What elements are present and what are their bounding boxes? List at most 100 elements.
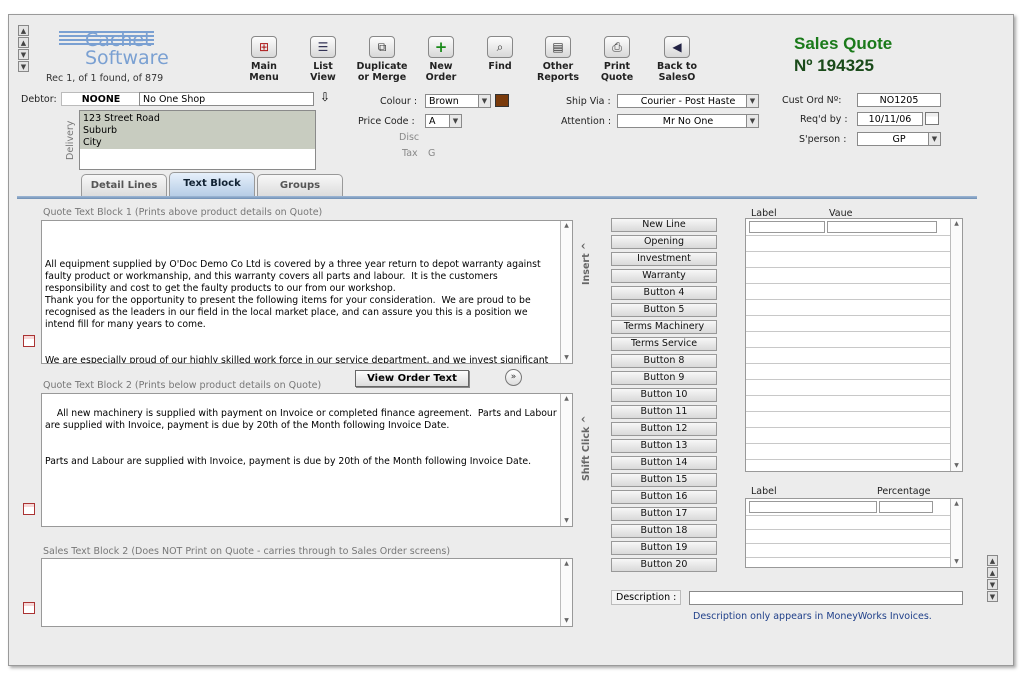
prev-record-icon[interactable]: ▲ bbox=[18, 37, 29, 48]
last-icon[interactable]: ▼ bbox=[987, 591, 998, 602]
first-record-icon[interactable]: ▲ bbox=[18, 25, 29, 36]
block2-scrollbar[interactable]: ▲ ▼ bbox=[560, 394, 572, 526]
block2-text: All new machinery is supplied with payme… bbox=[45, 408, 557, 467]
last-record-icon[interactable]: ▼ bbox=[18, 61, 29, 72]
grid2-label-cell[interactable] bbox=[749, 501, 877, 513]
download-arrow-icon[interactable]: ⇩ bbox=[320, 90, 330, 104]
insert-btn-3[interactable]: Warranty bbox=[611, 269, 717, 283]
prev-icon[interactable]: ▲ bbox=[987, 567, 998, 578]
sperson-label: S'person : bbox=[799, 134, 847, 145]
price-code-dropdown[interactable]: A ▼ bbox=[425, 114, 462, 128]
print-quote-button[interactable]: ⎙ Print Quote bbox=[589, 36, 645, 83]
record-nav: ▲ ▲ ▼ ▼ bbox=[18, 25, 30, 73]
grid1-label-cell[interactable] bbox=[749, 221, 825, 233]
tab-groups[interactable]: Groups bbox=[257, 174, 343, 196]
ship-via-label: Ship Via : bbox=[566, 96, 611, 107]
block2-label: Quote Text Block 2 (Prints below product… bbox=[43, 380, 322, 391]
next-record-icon[interactable]: ▼ bbox=[18, 49, 29, 60]
insert-btn-2[interactable]: Investment bbox=[611, 252, 717, 266]
back-arrow-icon: ◀ bbox=[664, 36, 690, 58]
next-icon[interactable]: ▼ bbox=[987, 579, 998, 590]
ship-via-dropdown[interactable]: Courier - Post Haste ▼ bbox=[617, 94, 759, 108]
label-percentage-grid[interactable]: ▲ ▼ bbox=[745, 498, 963, 568]
double-chevron-down-icon[interactable]: » bbox=[505, 369, 522, 386]
description-field[interactable] bbox=[689, 591, 963, 605]
tab-text-block[interactable]: Text Block bbox=[169, 172, 255, 196]
insert-btn-17[interactable]: Button 17 bbox=[611, 507, 717, 521]
delivery-address-text: 123 Street Road Suburb City bbox=[80, 111, 315, 149]
tab-divider bbox=[17, 196, 977, 199]
attention-dropdown[interactable]: Mr No One ▼ bbox=[617, 114, 759, 128]
insert-btn-12[interactable]: Button 12 bbox=[611, 422, 717, 436]
find-label1: Find bbox=[488, 61, 512, 72]
block3-calendar-icon[interactable] bbox=[23, 602, 35, 614]
debtor-name-field[interactable]: No One Shop bbox=[139, 92, 314, 106]
insert-btn-0[interactable]: New Line bbox=[611, 218, 717, 232]
tab-detail-lines[interactable]: Detail Lines bbox=[81, 174, 167, 196]
insert-btn-14[interactable]: Button 14 bbox=[611, 456, 717, 470]
sperson-dropdown[interactable]: GP ▼ bbox=[857, 132, 941, 146]
block1-scrollbar[interactable]: ▲ ▼ bbox=[560, 221, 572, 363]
insert-btn-13[interactable]: Button 13 bbox=[611, 439, 717, 453]
insert-label-text: Insert bbox=[581, 253, 592, 285]
label-value-grid[interactable]: ▲ ▼ bbox=[745, 218, 963, 472]
record-info: Rec 1, of 1 found, of 879 bbox=[46, 73, 164, 84]
page-title: Sales Quote bbox=[794, 34, 893, 53]
grid2-percentage-cell[interactable] bbox=[879, 501, 933, 513]
list-view-button[interactable]: ☰ List View bbox=[295, 36, 351, 83]
insert-btn-8[interactable]: Button 8 bbox=[611, 354, 717, 368]
description-note: Description only appears in MoneyWorks I… bbox=[693, 611, 932, 622]
sales-text-block2[interactable]: ▲ ▼ bbox=[41, 558, 573, 627]
block3-label: Sales Text Block 2 (Does NOT Print on Qu… bbox=[43, 546, 451, 557]
duplicate-merge-button[interactable]: ⧉ Duplicate or Merge bbox=[354, 36, 410, 83]
insert-btn-9[interactable]: Button 9 bbox=[611, 371, 717, 385]
grid1-scrollbar[interactable]: ▲ ▼ bbox=[950, 219, 962, 471]
grid1-value-cell[interactable] bbox=[827, 221, 937, 233]
insert-btn-19[interactable]: Button 19 bbox=[611, 541, 717, 555]
insert-btn-4[interactable]: Button 4 bbox=[611, 286, 717, 300]
insert-btn-20[interactable]: Button 20 bbox=[611, 558, 717, 572]
block1-calendar-icon[interactable] bbox=[23, 335, 35, 347]
insert-btn-1[interactable]: Opening bbox=[611, 235, 717, 249]
print-quote-label2: Quote bbox=[600, 72, 634, 83]
new-order-button[interactable]: + New Order bbox=[413, 36, 469, 83]
insert-btn-10[interactable]: Button 10 bbox=[611, 388, 717, 402]
insert-btn-16[interactable]: Button 16 bbox=[611, 490, 717, 504]
colour-dropdown[interactable]: Brown ▼ bbox=[425, 94, 491, 108]
find-button[interactable]: ⌕ Find bbox=[472, 36, 528, 72]
view-order-text-button[interactable]: View Order Text bbox=[355, 370, 469, 387]
delivery-address-field[interactable]: 123 Street Road Suburb City bbox=[79, 110, 316, 170]
block3-scrollbar[interactable]: ▲ ▼ bbox=[560, 559, 572, 626]
chevron-down-icon: ▼ bbox=[746, 115, 758, 127]
back-label2: SalesO bbox=[658, 72, 696, 83]
sitemap-icon: ⊞ bbox=[251, 36, 277, 58]
list-view-label2: View bbox=[310, 72, 336, 83]
block2-calendar-icon[interactable] bbox=[23, 503, 35, 515]
quote-text-block1[interactable]: All equipment supplied by O'Doc Demo Co … bbox=[41, 220, 573, 364]
insert-btn-11[interactable]: Button 11 bbox=[611, 405, 717, 419]
other-reports-button[interactable]: ▤ Other Reports bbox=[530, 36, 586, 83]
calendar-icon[interactable] bbox=[925, 112, 939, 125]
cust-ord-field[interactable]: NO1205 bbox=[857, 93, 941, 107]
grid2-scrollbar[interactable]: ▲ ▼ bbox=[950, 499, 962, 567]
duplicate-label2: or Merge bbox=[357, 72, 407, 83]
insert-btn-18[interactable]: Button 18 bbox=[611, 524, 717, 538]
reqd-by-field[interactable]: 10/11/06 bbox=[857, 112, 923, 126]
logo-line2: Software bbox=[85, 47, 169, 69]
quote-text-block2[interactable]: All new machinery is supplied with payme… bbox=[41, 393, 573, 527]
cust-ord-label: Cust Ord Nº: bbox=[782, 95, 842, 106]
shift-click-arrow-icon: ^ bbox=[581, 415, 592, 424]
back-to-saleso-button[interactable]: ◀ Back to SalesO bbox=[649, 36, 705, 83]
insert-btn-7[interactable]: Terms Service bbox=[611, 337, 717, 351]
shift-click-label-text: Shift Click bbox=[581, 426, 592, 481]
debtor-code-field[interactable]: NOONE bbox=[61, 92, 141, 106]
insert-btn-15[interactable]: Button 15 bbox=[611, 473, 717, 487]
insert-btn-6[interactable]: Terms Machinery bbox=[611, 320, 717, 334]
price-code-label: Price Code : bbox=[358, 116, 415, 127]
insert-btn-5[interactable]: Button 5 bbox=[611, 303, 717, 317]
bottom-nav: ▲ ▲ ▼ ▼ bbox=[987, 555, 999, 603]
main-menu-button[interactable]: ⊞ Main Menu bbox=[236, 36, 292, 83]
colour-value: Brown bbox=[429, 96, 459, 107]
quote-number: Nº 194325 bbox=[794, 56, 874, 75]
first-icon[interactable]: ▲ bbox=[987, 555, 998, 566]
